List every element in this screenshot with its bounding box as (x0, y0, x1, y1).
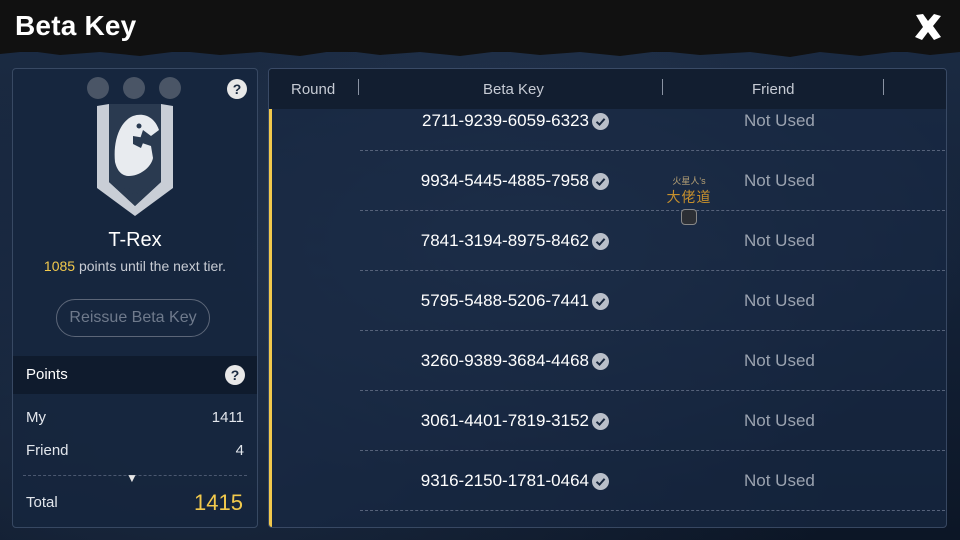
beta-key-value: 5795-5488-5206-7441 (420, 291, 589, 310)
row-divider (360, 510, 945, 511)
tier-progress-text: 1085 points until the next tier. (13, 258, 257, 274)
close-button[interactable] (910, 10, 946, 44)
points-value: 4 (235, 442, 244, 459)
table-row[interactable]: 2711-9239-6059-6323 Not Used (269, 109, 946, 151)
top-bar: Beta Key (0, 0, 960, 52)
trex-badge-icon (97, 104, 173, 216)
points-value: 1411 (211, 409, 244, 426)
progress-dot (123, 77, 145, 99)
table-body[interactable]: 2711-9239-6059-6323 Not Used 9934-5445-4… (269, 109, 946, 527)
column-separator (662, 79, 663, 95)
beta-key-table: Round Beta Key Friend 2711-9239-6059-632… (268, 68, 947, 528)
friend-status: Not Used (744, 411, 815, 430)
points-label: My (26, 409, 46, 426)
points-suffix: points until the next tier. (75, 258, 227, 274)
progress-dot (87, 77, 109, 99)
beta-key-value: 2711-9239-6059-6323 (422, 111, 589, 130)
column-header-friend: Friend (752, 81, 795, 98)
torn-edge (0, 46, 960, 57)
watermark-big-text: 大佬道 (666, 189, 712, 205)
column-separator (358, 79, 359, 95)
face-icon (681, 209, 697, 225)
column-header-beta-key: Beta Key (483, 81, 544, 98)
check-circle-icon (592, 413, 609, 430)
table-header: Round Beta Key Friend (269, 69, 946, 109)
check-circle-icon (592, 173, 609, 190)
friend-status: Not Used (744, 231, 815, 250)
beta-key-value: 3260-9389-3684-4468 (420, 351, 589, 370)
points-help-icon[interactable]: ? (225, 365, 245, 385)
watermark-small-text: 火星人's (672, 176, 706, 186)
check-circle-icon (592, 233, 609, 250)
check-circle-icon (592, 473, 609, 490)
beta-key-value: 7841-3194-8975-8462 (420, 231, 589, 250)
check-circle-icon (592, 353, 609, 370)
table-row[interactable]: 9316-2150-1781-0464 Not Used (269, 451, 946, 511)
table-row[interactable]: 3061-4401-7819-3152 Not Used (269, 391, 946, 451)
points-title: Points (26, 366, 68, 383)
points-row-friend: Friend 4 (26, 442, 244, 459)
page-title: Beta Key (15, 10, 137, 41)
column-separator (883, 79, 884, 95)
points-needed: 1085 (43, 258, 76, 274)
check-circle-icon (592, 293, 609, 310)
tier-help-icon[interactable]: ? (227, 79, 247, 99)
friend-status: Not Used (744, 171, 815, 190)
table-row[interactable]: 5795-5488-5206-7441 Not Used (269, 271, 946, 331)
beta-key-value: 3061-4401-7819-3152 (420, 411, 589, 430)
progress-dot (159, 77, 181, 99)
points-label: Friend (26, 442, 69, 459)
column-header-round: Round (291, 81, 336, 98)
beta-key-value: 9316-2150-1781-0464 (420, 471, 589, 490)
points-row-my: My 1411 (26, 409, 244, 426)
points-header: Points ? (13, 356, 257, 394)
friend-status: Not Used (744, 351, 815, 370)
table-row[interactable]: 9934-5445-4885-7958 Not Used (269, 151, 946, 211)
tier-panel: ? T-Rex 1085 points until the next tier.… (12, 68, 258, 528)
table-row[interactable]: 3260-9389-3684-4468 Not Used (269, 331, 946, 391)
friend-status: Not Used (744, 471, 815, 490)
friend-status: Not Used (744, 111, 815, 130)
beta-key-value: 9934-5445-4885-7958 (420, 171, 589, 190)
tier-name: T-Rex (108, 229, 162, 251)
friend-status: Not Used (744, 291, 815, 310)
check-circle-icon (592, 113, 609, 130)
chevron-down-icon[interactable]: ▼ (126, 471, 138, 485)
table-row[interactable]: 7841-3194-8975-8462 Not Used (269, 211, 946, 271)
total-label: Total (26, 494, 58, 511)
reissue-beta-key-button[interactable]: Reissue Beta Key (56, 299, 210, 337)
watermark-overlay: 火星人's 大佬道 (664, 174, 714, 225)
close-icon (915, 14, 941, 40)
total-value: 1415 (194, 490, 243, 515)
